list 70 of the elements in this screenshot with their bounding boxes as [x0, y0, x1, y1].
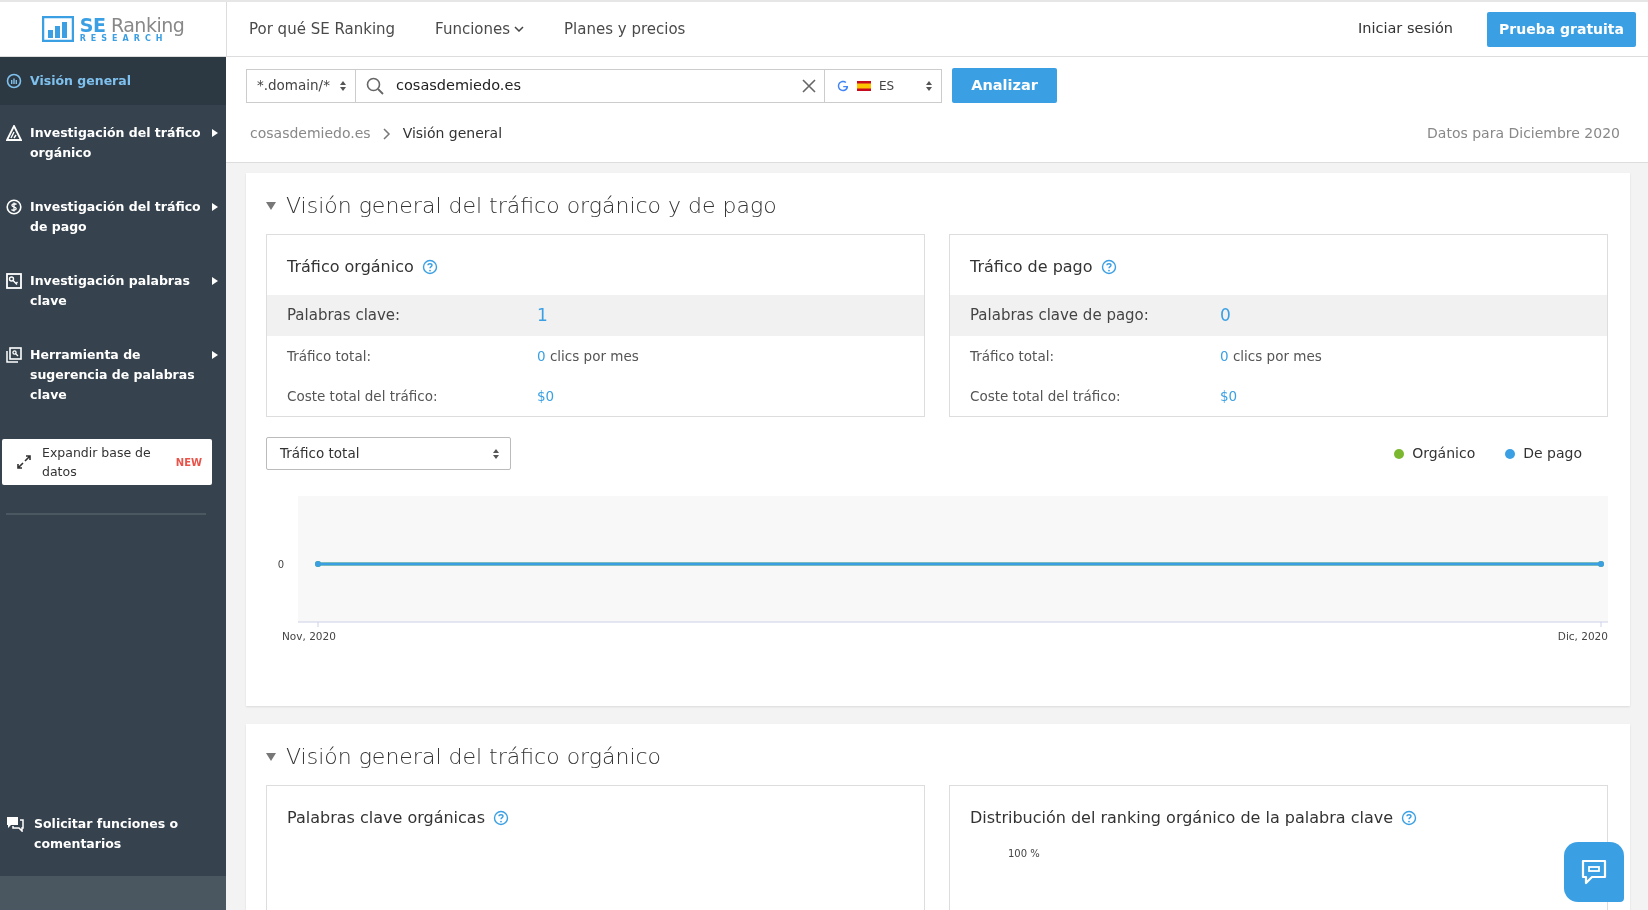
- sort-arrows-icon: [492, 447, 500, 460]
- section-toggle[interactable]: Visión general del tráfico orgánico y de pago: [266, 189, 777, 222]
- key-icon: [6, 273, 22, 289]
- logo-subtitle: RESEARCH: [79, 34, 168, 43]
- search-input[interactable]: cosasdemiedo.es: [394, 73, 792, 98]
- expand-database-button[interactable]: Expandir base de datos NEW: [2, 439, 212, 485]
- sidebar-item[interactable]: Investigación del tráfico de pago: [0, 197, 226, 237]
- metric-label: Palabras clave de pago:: [970, 305, 1150, 326]
- card-title: Tráfico orgánico: [287, 256, 414, 278]
- collapse-caret-icon: [266, 752, 276, 761]
- google-icon: [837, 79, 849, 92]
- axis-tick-label: 100 %: [1007, 847, 1041, 861]
- dollar-icon: [6, 199, 22, 215]
- breadcrumb-link[interactable]: cosasdemiedo.es: [250, 123, 371, 144]
- chat-button[interactable]: [1564, 842, 1624, 902]
- sidebar-item[interactable]: Investigación palabras clave: [0, 271, 226, 311]
- metric-value: 0 clics por mes: [1220, 347, 1322, 366]
- chat-bubbles-icon: [6, 816, 24, 832]
- metric-select[interactable]: Tráfico total: [266, 437, 511, 470]
- logo-icon: [41, 16, 74, 42]
- help-icon: [421, 259, 438, 275]
- chat-icon: [1580, 859, 1608, 885]
- legend-label[interactable]: De pago: [1523, 443, 1582, 464]
- legend-label[interactable]: Orgánico: [1412, 443, 1476, 464]
- chevron-right-icon: [382, 127, 391, 140]
- metric-label: Palabras clave:: [287, 305, 402, 326]
- section-toggle[interactable]: Visión general del tráfico orgánico: [266, 740, 662, 773]
- help-icon: [492, 810, 509, 826]
- metric-value: $0: [1220, 387, 1238, 406]
- axis-tick-label: 0: [277, 559, 284, 570]
- metric-value: 0: [1220, 305, 1231, 326]
- card-title: Tráfico de pago: [970, 256, 1093, 278]
- search-field[interactable]: cosasdemiedo.es: [356, 68, 824, 103]
- triangle-icon: [6, 125, 22, 141]
- metric-value: 1: [537, 305, 548, 326]
- collapse-caret-icon: [266, 201, 276, 210]
- clear-icon[interactable]: [802, 78, 816, 93]
- sidebar-item[interactable]: Investigación del tráfico orgánico: [0, 123, 226, 163]
- card-title: Palabras clave orgánicas: [287, 807, 485, 829]
- sidebar-item[interactable]: Herramienta de sugerencia de palabras clave: [0, 345, 226, 405]
- feedback-link[interactable]: Solicitar funciones o comentarios: [0, 814, 226, 876]
- metric-label: Tráfico total:: [287, 347, 372, 366]
- breadcrumb-current: Visión general: [402, 124, 503, 143]
- sort-arrows-icon: [339, 79, 347, 92]
- axis-tick-label: Nov, 2020: [282, 630, 336, 642]
- help-icon: [1100, 259, 1117, 275]
- search-document-icon: [6, 347, 22, 363]
- sort-arrows-icon: [925, 79, 933, 92]
- data-date-note: Datos para Diciembre 2020: [1427, 124, 1620, 143]
- gauge-icon: [6, 73, 22, 89]
- logo-text: SE Ranking: [79, 15, 185, 35]
- country-select[interactable]: ES: [824, 68, 942, 103]
- new-label: NEW: [175, 455, 202, 470]
- domain-mode-select[interactable]: *.domain/*: [246, 68, 356, 103]
- metric-label: Tráfico total:: [970, 347, 1055, 366]
- metric-label: Coste total del tráfico:: [970, 387, 1122, 406]
- metric-value: 0 clics por mes: [537, 347, 639, 366]
- nav-link[interactable]: Funciones: [435, 17, 525, 41]
- nav-link[interactable]: Por qué SE Ranking: [249, 17, 396, 41]
- login-link[interactable]: Iniciar sesión: [1357, 18, 1454, 40]
- help-icon: [1401, 810, 1418, 826]
- nav-link[interactable]: Planes y precios: [564, 17, 686, 41]
- search-icon: [366, 76, 384, 95]
- card-title: Distribución del ranking orgánico de la palabra clave: [970, 807, 1394, 829]
- sidebar-item[interactable]: Visión general: [0, 57, 226, 105]
- expand-icon: [16, 454, 32, 470]
- flag-icon: [857, 80, 871, 91]
- metric-value: $0: [537, 387, 555, 406]
- metric-label: Coste total del tráfico:: [287, 387, 439, 406]
- axis-tick-label: Dic, 2020: [1557, 630, 1608, 642]
